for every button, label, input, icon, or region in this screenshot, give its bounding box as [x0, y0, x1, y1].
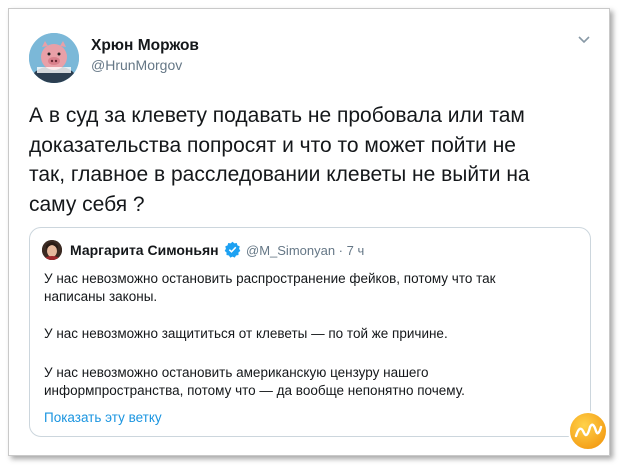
quoted-text-line: У нас невозможно защититься от клеветы —… [44, 326, 448, 341]
author-avatar[interactable] [29, 33, 79, 83]
chevron-down-icon[interactable] [577, 35, 591, 45]
quoted-author-avatar[interactable] [42, 240, 62, 260]
quoted-handle-time[interactable]: @M_Simonyan · 7 ч [246, 243, 364, 258]
logo-badge-icon [568, 411, 608, 451]
tweet-text: А в суд за клевету подавать не пробовала… [29, 101, 589, 219]
quoted-text-line: У нас невозможно остановить распростране… [44, 271, 496, 286]
author-handle[interactable]: @HrunMorgov [91, 57, 182, 73]
quoted-author-name[interactable]: Маргарита Симоньян [70, 242, 219, 258]
author-name[interactable]: Хрюн Моржов [91, 37, 199, 55]
tweet-text-line: так, главное в расследовании клеветы не … [29, 163, 530, 186]
verified-badge-icon [224, 241, 241, 258]
tweet-text-line: А в суд за клевету подавать не пробовала… [29, 104, 525, 127]
quoted-text-line: написаны законы. [44, 289, 158, 304]
quoted-text-line: У нас невозможно остановить американскую… [44, 365, 429, 380]
show-thread-link[interactable]: Показать эту ветку [44, 410, 162, 425]
tweet-card: Хрюн Моржов @HrunMorgov А в суд за клеве… [8, 8, 610, 456]
quoted-tweet[interactable]: Маргарита Симоньян @M_Simonyan · 7 ч У н… [29, 227, 591, 437]
quoted-text-line: информпространства, потому что — да вооб… [44, 383, 465, 398]
tweet-text-line: саму себя ? [29, 192, 145, 216]
tweet-text-line: доказательства попросят и что то может п… [29, 133, 516, 157]
